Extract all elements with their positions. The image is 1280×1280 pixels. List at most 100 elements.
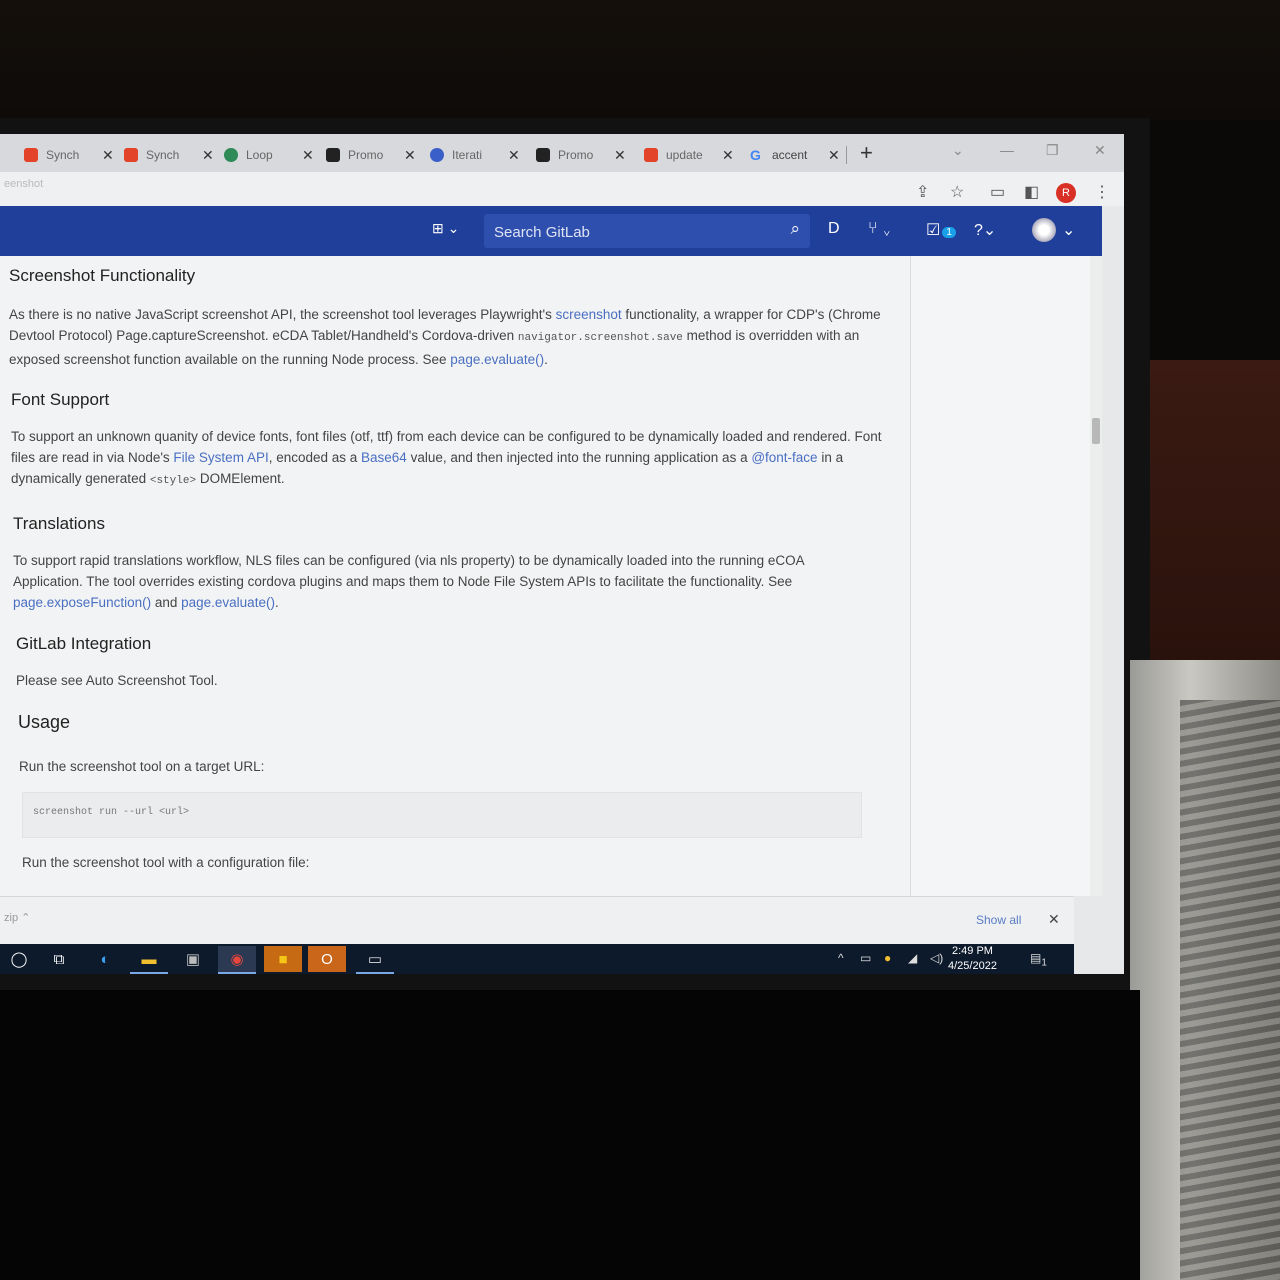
profile-avatar[interactable]: R bbox=[1056, 183, 1076, 203]
section-title: Font Support bbox=[11, 390, 110, 409]
todo-badge: 1 bbox=[942, 227, 956, 238]
todo-icon[interactable]: ☑ 1 bbox=[926, 220, 956, 240]
download-item-label: zip bbox=[4, 912, 19, 924]
user-avatar[interactable] bbox=[1032, 218, 1056, 242]
volume-icon[interactable]: ◁) bbox=[930, 951, 943, 965]
sticky-notes-icon[interactable]: ■ bbox=[264, 946, 302, 972]
tab-label: accent bbox=[772, 148, 808, 162]
tab-label: Loop bbox=[246, 148, 273, 162]
desk-texture bbox=[1180, 700, 1280, 1280]
section-paragraph: Run the screenshot tool on a target URL: bbox=[19, 756, 899, 777]
sidebar-icon[interactable]: ◧ bbox=[1024, 182, 1039, 202]
section-title: Screenshot Functionality bbox=[9, 266, 196, 285]
paragraph-text: . bbox=[274, 595, 279, 610]
readme-content: Screenshot Functionality As there is no … bbox=[0, 256, 910, 896]
store-icon[interactable]: ▣ bbox=[174, 946, 212, 972]
notification-icon[interactable]: ▤1 bbox=[1030, 951, 1047, 968]
notification-count: 1 bbox=[1041, 957, 1047, 969]
tab-label: Promo bbox=[558, 148, 594, 162]
browser-tab[interactable]: Iterati ✕ bbox=[430, 140, 520, 170]
section-paragraph: As there is no native JavaScript screens… bbox=[9, 304, 889, 370]
chevron-down-icon[interactable]: ⌄ bbox=[1062, 220, 1075, 240]
paragraph-text: Run the screenshot tool on a target URL: bbox=[19, 759, 265, 774]
chevron-up-icon[interactable]: ^ bbox=[838, 951, 844, 965]
app-icon bbox=[326, 148, 340, 162]
show-all-button[interactable]: Show all bbox=[976, 913, 1021, 927]
terminal-icon[interactable]: ▭ bbox=[356, 946, 394, 974]
laptop-keyboard-area bbox=[0, 990, 1140, 1280]
screenshot-link[interactable]: screenshot bbox=[556, 307, 622, 322]
clock-date: 4/25/2022 bbox=[948, 960, 997, 972]
close-icon[interactable]: ✕ bbox=[404, 147, 416, 164]
close-icon[interactable]: ✕ bbox=[302, 147, 314, 164]
battery-icon[interactable]: ▭ bbox=[860, 951, 871, 965]
base64-link[interactable]: Base64 bbox=[361, 450, 407, 465]
wifi-icon[interactable]: ◢ bbox=[908, 951, 917, 965]
task-view-icon[interactable]: ⧉ bbox=[40, 946, 78, 972]
font-face-link[interactable]: @font-face bbox=[751, 450, 817, 465]
search-circle-icon[interactable]: ◯ bbox=[0, 946, 38, 972]
close-icon[interactable]: ✕ bbox=[508, 147, 520, 164]
clock-time: 2:49 PM bbox=[951, 945, 993, 957]
more-menu-icon[interactable]: ⋮ bbox=[1094, 182, 1110, 202]
page-evaluate-link[interactable]: page.evaluate() bbox=[181, 595, 275, 610]
lock-icon[interactable]: ● bbox=[884, 951, 891, 965]
background-shelf bbox=[1140, 360, 1280, 660]
app-icon bbox=[536, 148, 550, 162]
close-icon[interactable]: ✕ bbox=[722, 147, 734, 164]
inline-code: <style> bbox=[149, 475, 197, 487]
close-icon[interactable]: ✕ bbox=[828, 147, 840, 164]
edge-icon[interactable]: ◐ bbox=[86, 946, 124, 972]
help-icon[interactable]: ?⌄ bbox=[974, 220, 996, 240]
download-shelf: zip ⌃ Show all ✕ bbox=[0, 896, 1074, 945]
tab-label: Synch bbox=[46, 148, 80, 162]
cast-icon[interactable]: ▭ bbox=[990, 182, 1005, 202]
page-exposefunction-link[interactable]: page.exposeFunction() bbox=[13, 595, 151, 610]
issues-icon[interactable]: D bbox=[828, 220, 840, 238]
scroll-thumb[interactable] bbox=[1092, 418, 1100, 444]
browser-tab[interactable]: Promo ✕ bbox=[326, 140, 416, 170]
page-scrollbar[interactable] bbox=[1090, 256, 1102, 896]
outlook-icon[interactable]: O bbox=[308, 946, 346, 972]
section-title: Translations bbox=[13, 514, 105, 533]
merge-requests-icon[interactable]: ⑂ ⌄ bbox=[868, 220, 892, 238]
url-text[interactable]: eenshot bbox=[4, 178, 43, 190]
new-item-dropdown[interactable]: ⊞ ⌄ bbox=[432, 220, 459, 237]
paragraph-text: As there is no native JavaScript screens… bbox=[9, 307, 556, 322]
restore-icon[interactable]: ❐ bbox=[1046, 142, 1059, 159]
download-item[interactable]: zip ⌃ bbox=[4, 911, 30, 924]
file-explorer-icon[interactable]: ▬ bbox=[130, 946, 168, 974]
close-window-icon[interactable]: ✕ bbox=[1094, 142, 1106, 159]
minimize-icon[interactable]: — bbox=[1000, 142, 1014, 158]
gitlab-search[interactable]: ⌕ bbox=[484, 214, 810, 248]
browser-tab[interactable]: Synch ✕ bbox=[124, 140, 214, 170]
browser-tab[interactable]: Loop ✕ bbox=[224, 140, 314, 170]
file-system-api-link[interactable]: File System API bbox=[173, 450, 268, 465]
browser-tab[interactable]: Promo ✕ bbox=[536, 140, 626, 170]
page-evaluate-link[interactable]: page.evaluate() bbox=[450, 352, 544, 367]
laptop-screen: Synch ✕ Synch ✕ Loop ✕ Promo ✕ Iterati ✕… bbox=[0, 134, 1124, 974]
browser-tab-strip: Synch ✕ Synch ✕ Loop ✕ Promo ✕ Iterati ✕… bbox=[0, 134, 1124, 172]
star-icon[interactable]: ☆ bbox=[950, 182, 964, 202]
close-icon[interactable]: ✕ bbox=[202, 147, 214, 164]
share-icon[interactable]: ⇪ bbox=[916, 182, 929, 202]
close-icon[interactable]: ✕ bbox=[102, 147, 114, 164]
close-icon[interactable]: ✕ bbox=[1048, 911, 1060, 928]
google-icon: G bbox=[750, 147, 761, 163]
browser-tab[interactable]: Synch ✕ bbox=[24, 140, 114, 170]
windows-taskbar: ◯ ⧉ ◐ ▬ ▣ ◉ ■ O ▭ ^ ▭ ● ◢ ◁) 2:49 PM 4/2… bbox=[0, 944, 1074, 974]
chrome-icon[interactable]: ◉ bbox=[218, 946, 256, 974]
browser-tab[interactable]: update ✕ bbox=[644, 140, 734, 170]
loop-icon bbox=[224, 148, 238, 162]
code-block: screenshot run --url <url> bbox=[22, 792, 862, 838]
plus-square-icon: ⊞ bbox=[432, 220, 444, 236]
paragraph-text: Please see Auto Screenshot Tool. bbox=[16, 673, 218, 688]
close-icon[interactable]: ✕ bbox=[614, 147, 626, 164]
browser-tab-active[interactable]: G accent ✕ bbox=[750, 140, 840, 170]
new-tab-button[interactable]: + bbox=[860, 140, 873, 166]
system-clock[interactable]: 2:49 PM 4/25/2022 bbox=[948, 944, 997, 974]
chevron-down-icon[interactable]: ⌄ bbox=[952, 142, 964, 159]
search-input[interactable] bbox=[492, 220, 766, 244]
search-icon[interactable]: ⌕ bbox=[790, 219, 800, 239]
section-paragraph: To support rapid translations workflow, … bbox=[13, 550, 813, 613]
